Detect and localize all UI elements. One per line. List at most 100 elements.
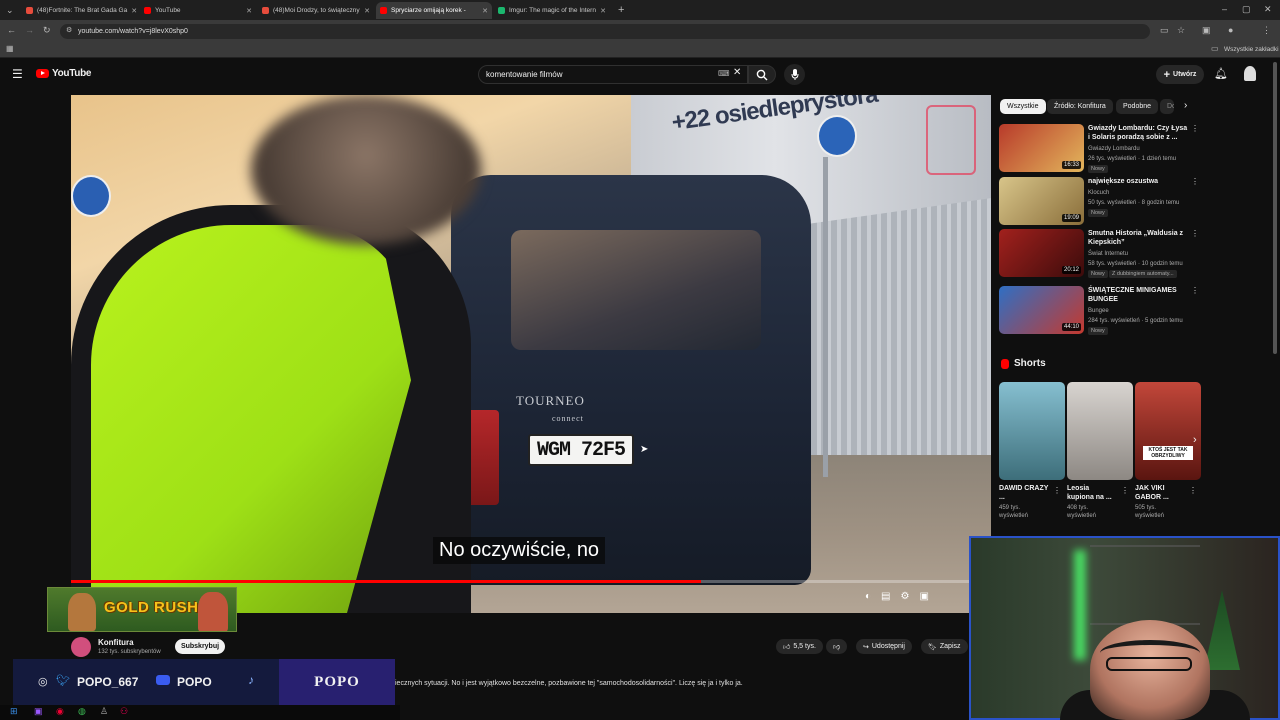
maximize-icon[interactable]: ▢ xyxy=(1242,5,1251,14)
chip-all[interactable]: Wszystkie xyxy=(1000,99,1046,114)
tab-close-icon[interactable]: ✕ xyxy=(246,7,252,15)
chip-more[interactable]: Do xyxy=(1160,99,1174,114)
road-sign-icon xyxy=(71,175,111,217)
video-duration: 16:33 xyxy=(1061,161,1081,169)
tab-close-icon[interactable]: ✕ xyxy=(364,7,370,15)
save-button[interactable]: 🔖︎ Zapisz xyxy=(921,639,968,654)
account-avatar[interactable] xyxy=(1244,66,1256,81)
video-title: największe oszustwa xyxy=(1088,178,1159,185)
subscribe-label: Subskrybuj xyxy=(180,643,220,650)
video-channel: Bungee xyxy=(1088,308,1109,314)
page-scrollbar[interactable] xyxy=(1273,62,1277,354)
recommendation-item[interactable]: 16:33 Gwiazdy Lombardu: Czy Łysa i Solar… xyxy=(999,124,1199,176)
all-bookmarks-link[interactable]: Wszystkie zakładki xyxy=(1224,46,1279,53)
tab-list-icon[interactable]: ⌄ xyxy=(6,6,14,15)
chip-similar[interactable]: Podobne xyxy=(1116,99,1159,114)
cast-icon[interactable]: ▭ xyxy=(1160,26,1169,35)
clear-search-icon[interactable]: ✕ xyxy=(733,67,741,78)
short-thumbnail: KTOŚ JEST TAK OBRZYDLIWY xyxy=(1135,382,1201,480)
youtube-logo[interactable]: YouTube xyxy=(36,68,92,79)
more-options-icon[interactable]: ⋮ xyxy=(1191,229,1199,238)
video-channel: Świat Internetu xyxy=(1088,251,1129,257)
browser-tab[interactable]: YouTube ✕ xyxy=(140,2,256,19)
short-title: JAK VIKI GABOR ... xyxy=(1135,485,1169,501)
channel-avatar[interactable] xyxy=(71,637,91,657)
channel-name[interactable]: Konfitura xyxy=(98,638,134,647)
reload-icon[interactable]: ↻ xyxy=(43,26,51,35)
short-item[interactable]: KTOŚ JEST TAK OBRZYDLIWY JAK VIKI GABOR … xyxy=(1135,382,1201,520)
video-thumbnail: 16:33 xyxy=(999,124,1084,172)
short-item[interactable]: Leosia kupiona na ... 408 tys. wyświetleń… xyxy=(1067,382,1133,520)
chevron-right-icon[interactable]: › xyxy=(1184,100,1187,111)
browser-tab[interactable]: (48)Fortnite: The Brat Gada Ga ✕ xyxy=(22,2,138,19)
hamburger-menu-icon[interactable]: ☰ xyxy=(12,67,23,81)
windows-start-icon[interactable]: ⊞ xyxy=(10,706,18,717)
video-progress-bar[interactable] xyxy=(71,580,971,583)
voice-search-button[interactable] xyxy=(784,64,805,85)
create-button[interactable]: + Utwórz xyxy=(1156,65,1204,84)
more-options-icon[interactable]: ⋮ xyxy=(1121,486,1129,495)
more-options-icon[interactable]: ⋮ xyxy=(1053,486,1061,495)
video-title: Gwiazdy Lombardu: Czy Łysa i Solaris por… xyxy=(1088,125,1188,141)
video-duration: 44:10 xyxy=(1061,323,1081,331)
subscribe-button[interactable]: Subskrybuj xyxy=(175,639,225,654)
url-input[interactable]: youtube.com/watch?v=j8levX0shp0 xyxy=(60,24,1150,39)
bookmark-star-icon[interactable]: ☆ xyxy=(1177,26,1185,35)
more-options-icon[interactable]: ⋮ xyxy=(1191,286,1199,295)
menu-dots-icon[interactable]: ⋮ xyxy=(1262,26,1271,35)
like-count: 5,5 tys. xyxy=(793,643,816,650)
recommendation-item[interactable]: 44:10 ŚWIĄTECZNE MINIGAMES BUNGEE Bungee… xyxy=(999,286,1199,338)
recommendation-item[interactable]: 20:12 Smutna Historia „Waldusia z Kiepsk… xyxy=(999,229,1199,281)
chip-label: Wszystkie xyxy=(1007,103,1039,110)
twitch-icon[interactable]: ▣ xyxy=(34,706,43,717)
share-button[interactable]: ↪ Udostępnij xyxy=(856,639,912,654)
chrome-icon[interactable]: ◍ xyxy=(78,706,86,717)
tab-close-icon[interactable]: ✕ xyxy=(482,7,488,15)
tab-close-icon[interactable]: ✕ xyxy=(600,7,606,15)
browser-tab[interactable]: (48)Moi Drodzy, to świąteczny ✕ xyxy=(258,2,374,19)
minimize-icon[interactable]: – xyxy=(1222,5,1227,14)
license-plate: WGM 72F5 xyxy=(528,434,634,466)
shorts-next-icon[interactable]: › xyxy=(1193,434,1197,446)
video-player[interactable]: +22 osiedleprystora TOURNEO connect WGM 7… xyxy=(71,95,991,613)
tab-close-icon[interactable]: ✕ xyxy=(131,7,137,15)
recommendation-item[interactable]: 19:09 największe oszustwa Klocuch 50 tys… xyxy=(999,177,1199,229)
forward-icon[interactable]: → xyxy=(25,26,34,35)
notifications-bell-icon[interactable]: 🔔︎ xyxy=(1214,67,1228,80)
browser-tab[interactable]: Imgur: The magic of the Intern ✕ xyxy=(494,2,610,19)
more-options-icon[interactable]: ⋮ xyxy=(1189,486,1197,495)
settings-gear-icon[interactable]: ⚙ xyxy=(901,591,910,602)
browser-tab-active[interactable]: Spryciarze omijają korek - ✕ xyxy=(376,2,492,19)
green-led-light xyxy=(1074,550,1086,660)
dislike-button[interactable]: 👎︎ xyxy=(826,639,848,654)
chip-source[interactable]: Źródło: Konfitura xyxy=(1047,99,1113,114)
microphone-icon xyxy=(791,69,798,80)
short-thumbnail xyxy=(999,382,1065,480)
tab-favicon-icon xyxy=(144,7,151,14)
profile-icon[interactable]: ● xyxy=(1228,26,1233,35)
search-input[interactable]: komentowanie filmów xyxy=(478,65,748,84)
subtitles-icon[interactable]: ▤ xyxy=(881,591,890,602)
video-description[interactable]: iecznych sytuacji. No i jest wyjątkowo b… xyxy=(395,680,743,687)
more-options-icon[interactable]: ⋮ xyxy=(1191,177,1199,186)
tab-favicon-icon xyxy=(262,7,269,14)
search-button[interactable] xyxy=(748,65,776,84)
miner-figure xyxy=(68,593,96,631)
site-info-icon[interactable]: ⚙ xyxy=(66,27,72,34)
more-options-icon[interactable]: ⋮ xyxy=(1191,124,1199,133)
close-window-icon[interactable]: ✕ xyxy=(1264,5,1272,14)
video-channel: Klocuch xyxy=(1088,190,1110,196)
back-icon[interactable]: ← xyxy=(7,26,16,35)
autoplay-toggle-icon[interactable]: ◐ xyxy=(865,591,871,602)
new-tab-icon[interactable]: + xyxy=(618,5,624,16)
apps-grid-icon[interactable]: ▦ xyxy=(6,45,14,53)
app-icon[interactable]: ◉ xyxy=(56,706,64,717)
miniplayer-icon[interactable]: ▣ xyxy=(919,591,928,602)
short-views: 459 tys. xyxy=(999,505,1021,511)
app-icon[interactable]: ♙ xyxy=(100,706,108,717)
like-button[interactable]: 👍︎ 5,5 tys. xyxy=(776,639,823,654)
app-icon[interactable]: ⚇ xyxy=(120,706,128,717)
short-item[interactable]: DAWID CRAZY ... 459 tys. wyświetleń ⋮ xyxy=(999,382,1065,520)
keyboard-icon[interactable]: ⌨ xyxy=(718,69,730,78)
extensions-icon[interactable]: ▣ xyxy=(1202,26,1211,35)
